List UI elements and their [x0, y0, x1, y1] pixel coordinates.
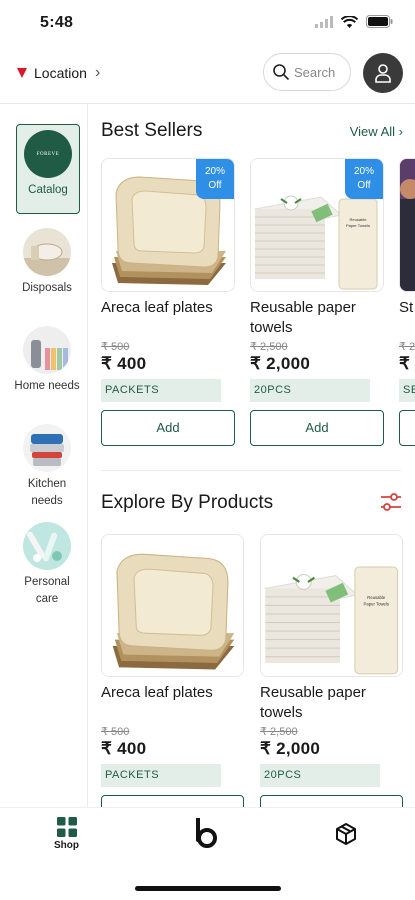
product-name: Areca leaf plates	[101, 684, 213, 701]
personal-care-thumbnail	[23, 522, 71, 570]
home-needs-thumbnail	[23, 326, 71, 374]
chevron-right-icon: ›	[398, 124, 403, 139]
sidebar-item-label: Disposals	[22, 282, 72, 294]
product-image: Reusable Paper Towels 20% Off	[250, 158, 384, 292]
sidebar-item-label: Catalog	[28, 184, 68, 196]
sidebar-item-catalog[interactable]: FOREVE Catalog	[16, 124, 80, 214]
best-sellers-title: Best Sellers	[101, 120, 203, 141]
wifi-icon	[341, 15, 358, 28]
sidebar-item-label: Home needs	[14, 380, 80, 392]
product-price: ₹ 400	[101, 739, 147, 758]
profile-avatar-button[interactable]	[363, 53, 403, 93]
tab-brand[interactable]	[194, 817, 220, 853]
search-button[interactable]: Search	[263, 53, 351, 91]
svg-text:Reusable: Reusable	[367, 595, 386, 600]
add-button[interactable]: Add	[101, 410, 235, 446]
top-header: Location › Search	[0, 46, 415, 104]
sidebar-item-disposals[interactable]: Disposals	[12, 228, 82, 297]
signal-icon	[315, 15, 333, 28]
kitchen-needs-thumbnail	[23, 424, 71, 472]
product-mrp: ₹ 2,500	[250, 341, 288, 353]
pack-size-badge: 20PCS	[250, 379, 370, 402]
sidebar-item-label: Personal care	[24, 576, 70, 605]
product-image: Reusable Paper Towels	[260, 534, 403, 677]
location-selector[interactable]: Location ›	[16, 64, 100, 82]
badge-percent: 20%	[353, 166, 374, 177]
product-image	[101, 534, 244, 677]
sidebar-item-kitchen-needs[interactable]: Kitchen needs	[12, 424, 82, 510]
sidebar-item-personal-care[interactable]: Personal care	[12, 522, 82, 608]
product-image	[399, 158, 415, 292]
product-name: Areca leaf plates	[101, 299, 213, 316]
product-name: Reusable paper towels	[250, 299, 356, 336]
add-button[interactable]	[399, 410, 415, 446]
product-price: ₹ 2,000	[260, 739, 321, 758]
sidebar-item-home-needs[interactable]: Home needs	[12, 326, 82, 395]
badge-off: Off	[208, 180, 222, 191]
view-all-link[interactable]: View All ›	[350, 124, 403, 139]
status-bar: 5:48	[0, 0, 415, 46]
add-button[interactable]: Add	[250, 410, 384, 446]
tab-shop[interactable]: Shop	[54, 816, 79, 851]
product-name: St se	[399, 299, 415, 316]
product-name: Reusable paper towels	[260, 684, 366, 721]
battery-icon	[366, 15, 393, 28]
discount-badge: 20% Off	[196, 159, 234, 199]
catalog-logo-icon: FOREVE	[24, 130, 72, 178]
badge-percent: 20%	[204, 166, 225, 177]
status-time: 5:48	[40, 14, 74, 31]
explore-card-paper-towels[interactable]: Reusable Paper Towels Reusable paper tow…	[260, 534, 403, 807]
tab-shop-label: Shop	[54, 840, 79, 851]
search-placeholder: Search	[294, 64, 336, 80]
svg-text:Paper Towels: Paper Towels	[346, 223, 370, 228]
badge-off: Off	[357, 180, 371, 191]
brand-b-icon	[196, 817, 217, 848]
product-mrp: ₹ 2	[399, 341, 415, 353]
grid-icon	[56, 817, 77, 837]
section-divider	[101, 470, 401, 471]
product-mrp: ₹ 500	[101, 726, 130, 738]
pack-size-badge: PACKETS	[101, 379, 221, 402]
status-icons	[315, 15, 393, 28]
product-image: 20% Off	[101, 158, 235, 292]
main-content: Best Sellers View All › 20% Off Areca le…	[88, 104, 415, 807]
product-price: ₹ 2	[399, 354, 415, 373]
location-pin-icon	[17, 68, 27, 78]
product-price: ₹ 2,000	[250, 354, 311, 373]
discount-badge: 20% Off	[345, 159, 383, 199]
disposals-thumbnail	[23, 228, 71, 276]
tab-orders[interactable]	[334, 822, 358, 851]
add-button[interactable]	[260, 795, 403, 807]
svg-text:Reusable: Reusable	[350, 217, 368, 222]
category-sidebar: FOREVE Catalog Disposals Home needs Kitc…	[0, 104, 88, 807]
package-icon	[336, 823, 356, 845]
view-all-label: View All	[349, 124, 396, 139]
explore-card-areca-plates[interactable]: Areca leaf plates ₹ 500 ₹ 400 PACKETS	[101, 534, 244, 807]
pack-size-badge: 20PCS	[260, 764, 380, 787]
home-indicator	[135, 886, 281, 891]
filter-icon[interactable]	[380, 492, 402, 512]
product-price: ₹ 400	[101, 354, 147, 373]
add-button[interactable]	[101, 795, 244, 807]
chevron-right-icon: ›	[94, 64, 101, 81]
sidebar-item-label: Kitchen needs	[27, 478, 67, 507]
pack-size-badge: SE	[399, 379, 415, 402]
product-mrp: ₹ 500	[101, 341, 130, 353]
product-card-paper-towels[interactable]: Reusable Paper Towels 20% Off Reusable p…	[250, 158, 384, 446]
location-label: Location	[34, 65, 87, 81]
product-card-areca-plates[interactable]: 20% Off Areca leaf plates ₹ 500 ₹ 400 PA…	[101, 158, 235, 446]
explore-title: Explore By Products	[101, 492, 274, 513]
svg-text:Paper Towels: Paper Towels	[364, 601, 389, 606]
pack-size-badge: PACKETS	[101, 764, 221, 787]
search-icon	[273, 64, 289, 80]
user-icon	[375, 64, 391, 83]
product-mrp: ₹ 2,500	[260, 726, 298, 738]
product-card-partial[interactable]: St se ₹ 2 ₹ 2 SE	[399, 158, 415, 446]
